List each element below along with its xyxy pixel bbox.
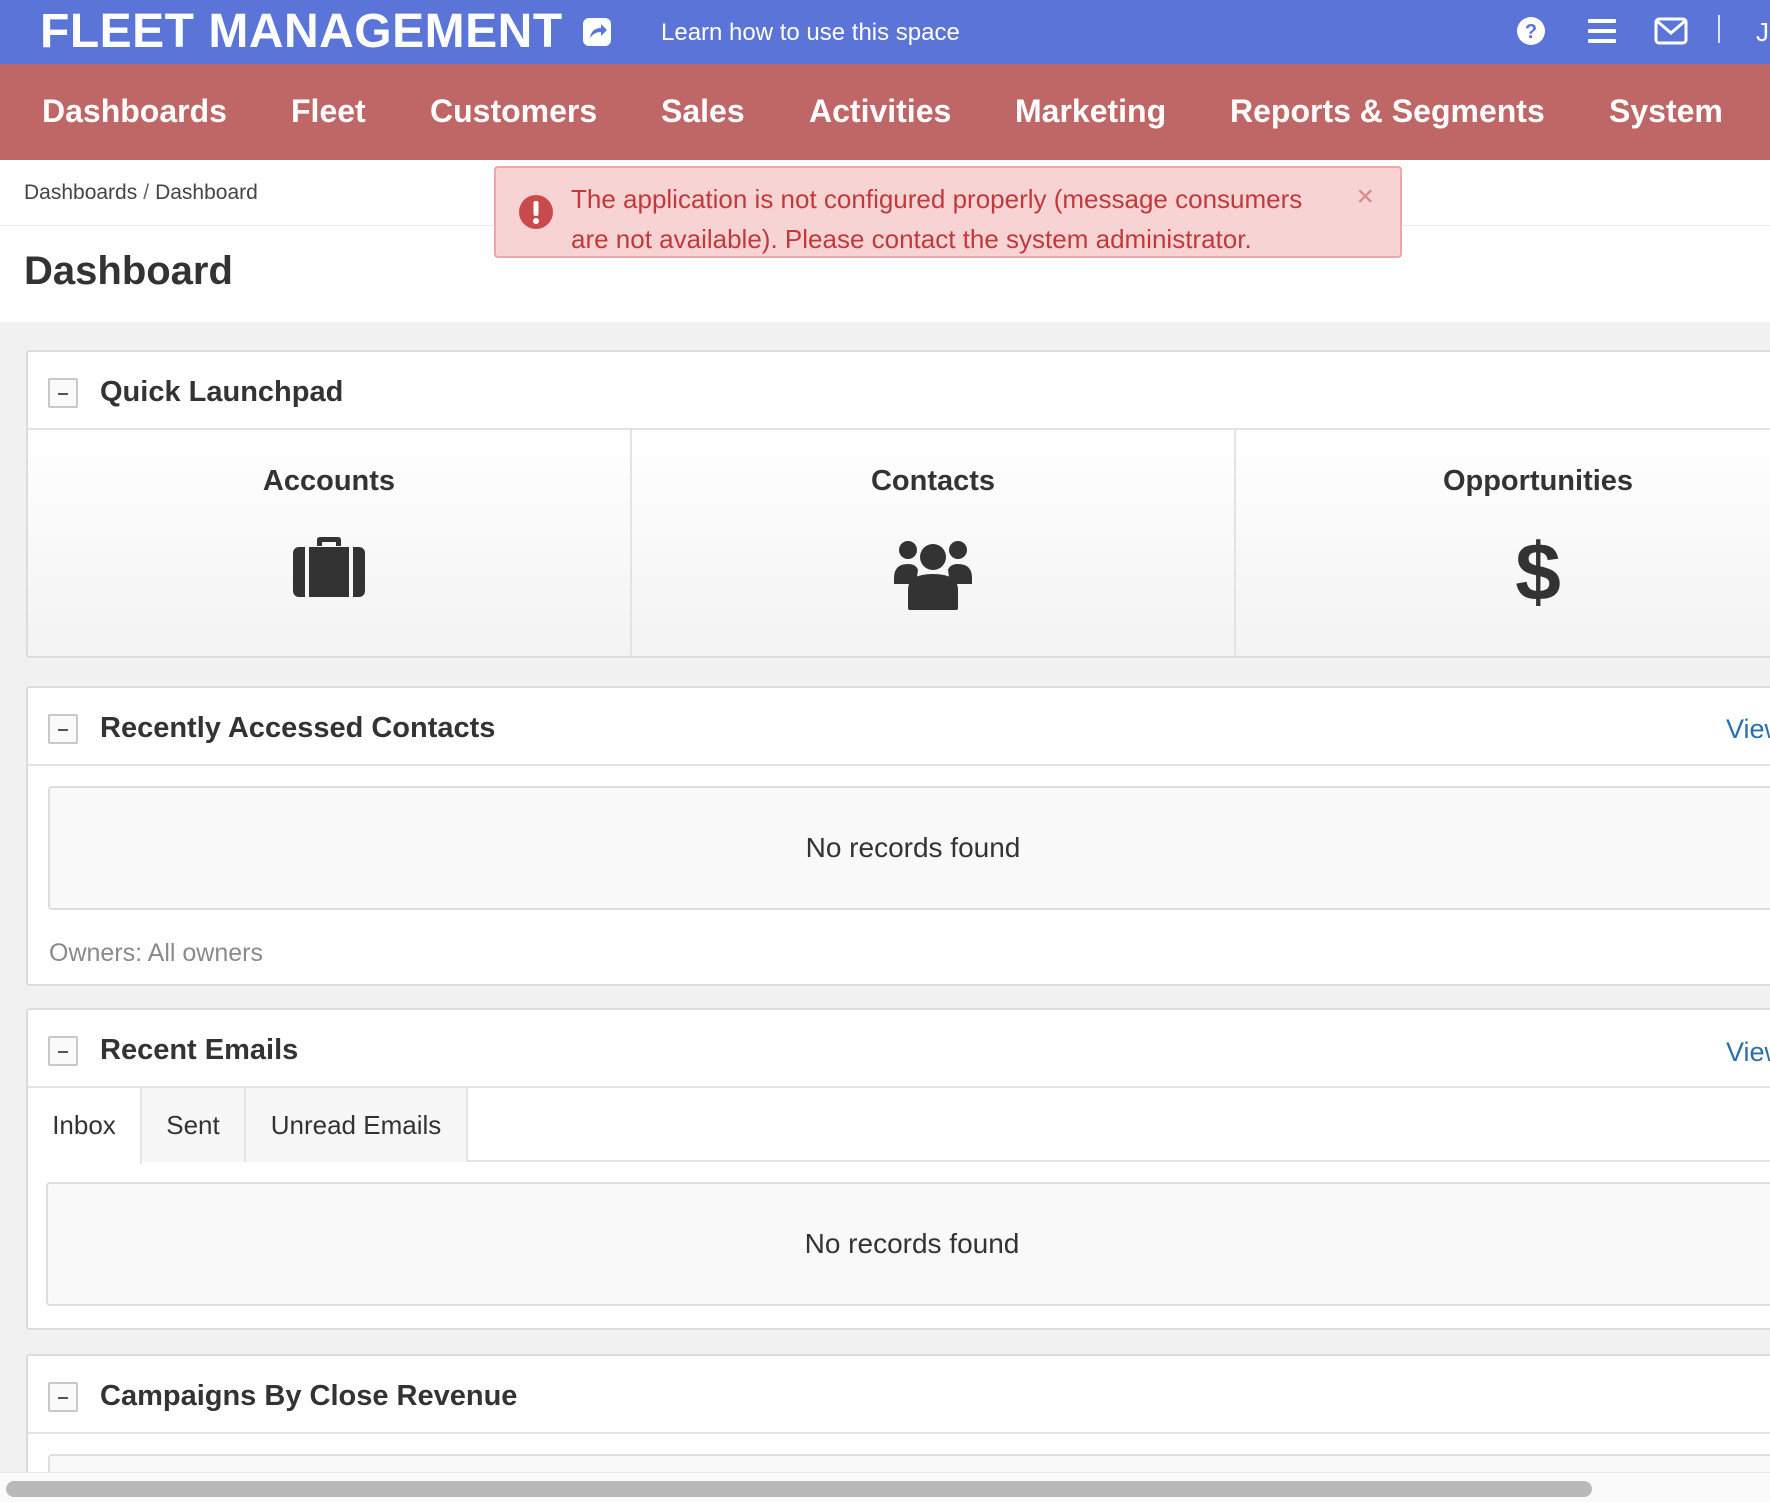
recent-contacts-widget: Recently Accessed Contacts View No recor… [26, 686, 1770, 986]
breadcrumb-dashboards[interactable]: Dashboards [24, 181, 137, 204]
view-all-link[interactable]: View [1726, 713, 1770, 745]
external-link-icon[interactable] [582, 17, 612, 47]
breadcrumb: Dashboards / Dashboard [24, 181, 258, 205]
launch-label: Contacts [870, 465, 996, 497]
collapse-button[interactable] [48, 378, 78, 408]
collapse-button[interactable] [48, 1382, 78, 1412]
widget-title: Campaigns By Close Revenue [100, 1380, 518, 1412]
learn-how-link[interactable]: Learn how to use this space [661, 20, 960, 46]
widget-title: Quick Launchpad [100, 376, 344, 408]
widget-header: Recently Accessed Contacts View [28, 688, 1770, 766]
widget-title: Recently Accessed Contacts [100, 712, 496, 744]
main-navigation: Dashboards Fleet Customers Sales Activit… [0, 64, 1770, 160]
top-bar: FLEET MANAGEMENT Learn how to use this s… [0, 0, 1770, 64]
close-icon[interactable]: × [1356, 182, 1374, 212]
nav-sales[interactable]: Sales [661, 92, 745, 130]
breadcrumb-dashboard: Dashboard [155, 181, 258, 204]
nav-customers[interactable]: Customers [430, 92, 597, 130]
user-menu[interactable]: J [1756, 18, 1769, 46]
view-all-link[interactable]: View [1726, 1036, 1770, 1068]
launch-contacts[interactable]: Contacts [632, 430, 1236, 656]
widget-header: Recent Emails View [28, 1010, 1770, 1088]
tab-inbox[interactable]: Inbox [28, 1088, 142, 1164]
collapse-button[interactable] [48, 1036, 78, 1066]
help-icon[interactable]: ? [1516, 16, 1546, 46]
launch-label: Opportunities [1442, 465, 1634, 497]
users-icon [894, 536, 972, 615]
email-tabs: Inbox Sent Unread Emails [28, 1088, 1770, 1164]
breadcrumb-separator: / [143, 181, 150, 204]
widget-header: Campaigns By Close Revenue [28, 1356, 1770, 1434]
owners-filter-text: Owners: All owners [49, 939, 263, 967]
scrollbar-thumb[interactable] [6, 1481, 1592, 1497]
horizontal-scrollbar[interactable] [0, 1472, 1770, 1502]
topbar-divider [1718, 15, 1720, 43]
launch-opportunities[interactable]: Opportunities $ [1236, 430, 1770, 656]
launch-accounts[interactable]: Accounts [28, 430, 632, 656]
empty-records-text: No records found [804, 1228, 1020, 1259]
empty-records-box: No records found [48, 786, 1770, 910]
quick-launchpad-widget: Quick Launchpad Accounts Contacts Opport… [26, 350, 1770, 658]
error-alert: The application is not configured proper… [494, 166, 1402, 258]
menu-icon[interactable] [1588, 18, 1616, 44]
dollar-icon: $ [1515, 527, 1561, 618]
briefcase-icon [293, 536, 365, 603]
launch-label: Accounts [262, 465, 396, 497]
svg-text:$: $ [1516, 536, 1560, 610]
page-title: Dashboard [24, 249, 233, 293]
alert-message: The application is not configured proper… [571, 184, 1303, 254]
nav-marketing[interactable]: Marketing [1015, 92, 1166, 130]
nav-dashboards[interactable]: Dashboards [42, 92, 227, 130]
mail-icon[interactable] [1654, 17, 1688, 45]
empty-records-box: No records found [46, 1182, 1770, 1306]
empty-records-text: No records found [805, 832, 1021, 863]
dashboard-content: Quick Launchpad Accounts Contacts Opport… [0, 322, 1770, 1494]
app-title[interactable]: FLEET MANAGEMENT [40, 6, 563, 58]
nav-reports-segments[interactable]: Reports & Segments [1230, 92, 1545, 130]
nav-fleet[interactable]: Fleet [291, 92, 366, 130]
nav-activities[interactable]: Activities [809, 92, 951, 130]
recent-emails-widget: Recent Emails View Inbox Sent Unread Ema… [26, 1008, 1770, 1330]
collapse-button[interactable] [48, 714, 78, 744]
widget-header: Quick Launchpad [28, 352, 1770, 430]
widget-title: Recent Emails [100, 1034, 299, 1066]
tab-unread-emails[interactable]: Unread Emails [246, 1088, 468, 1162]
exclamation-circle-icon [518, 194, 554, 230]
svg-text:?: ? [1525, 21, 1537, 43]
nav-system[interactable]: System [1609, 92, 1723, 130]
tab-sent[interactable]: Sent [142, 1088, 246, 1162]
